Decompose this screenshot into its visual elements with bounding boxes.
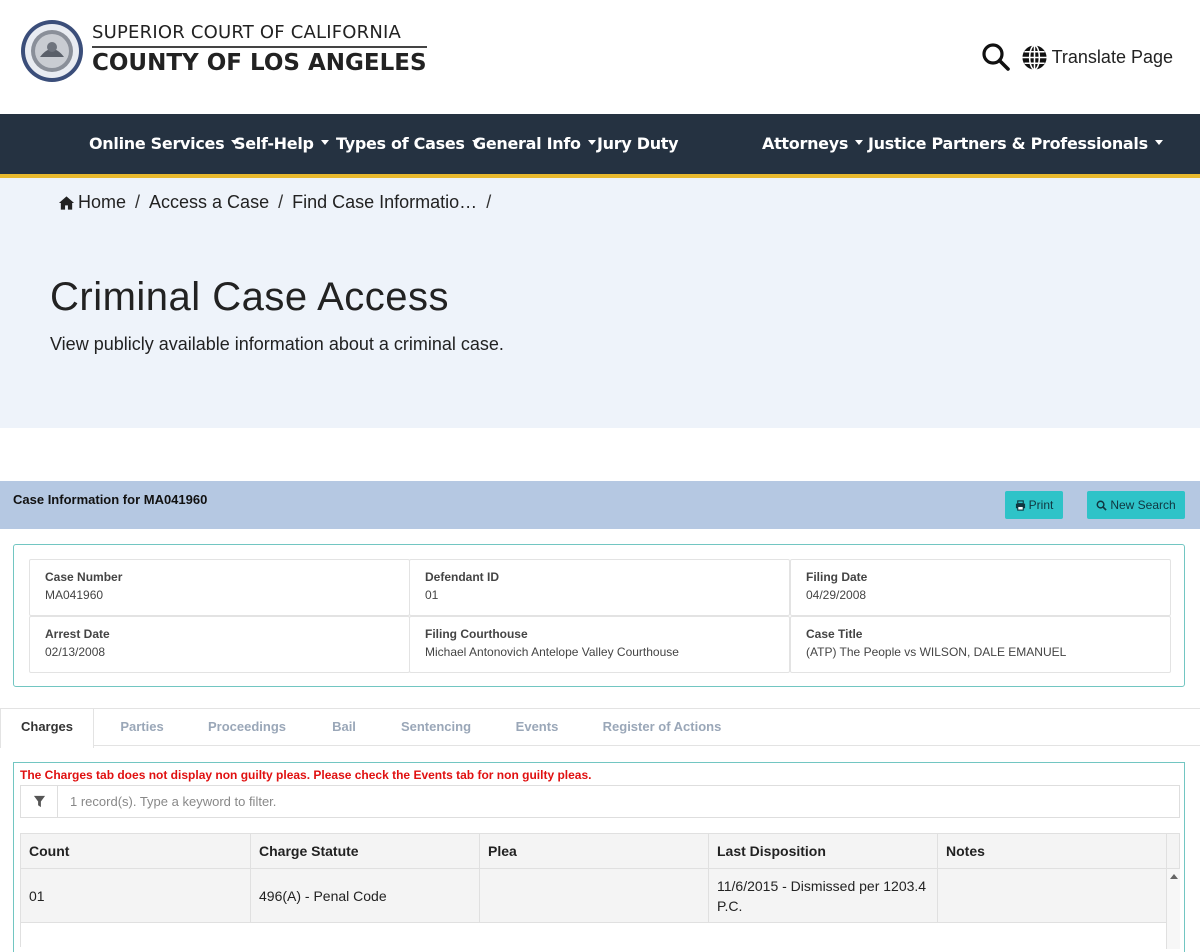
translate-page-link[interactable]: Translate Page — [1052, 47, 1173, 68]
court-seal-icon[interactable] — [20, 19, 84, 83]
print-button-label: Print — [1028, 498, 1054, 512]
case-tabs: Charges Parties Proceedings Bail Sentenc… — [0, 708, 1200, 748]
nav-online-services[interactable]: Online Services — [89, 114, 240, 174]
new-search-button[interactable]: New Search — [1087, 491, 1185, 519]
nav-types-of-cases-label: Types of Cases — [336, 134, 465, 153]
tab-events[interactable]: Events — [503, 709, 571, 747]
tab-register-of-actions[interactable]: Register of Actions — [592, 709, 732, 747]
nav-general-info-label: General Info — [473, 134, 581, 153]
filter-icon-box — [21, 786, 58, 817]
defendant-id-cell: Defendant ID 01 — [409, 559, 790, 616]
cell-count: 01 — [21, 869, 251, 922]
print-button[interactable]: Print — [1005, 491, 1063, 519]
filing-courthouse-label: Filing Courthouse — [425, 627, 528, 641]
arrest-date-label: Arrest Date — [45, 627, 110, 641]
tab-charges[interactable]: Charges — [0, 709, 94, 748]
breadcrumb-access-a-case[interactable]: Access a Case — [149, 192, 269, 213]
column-header-plea[interactable]: Plea — [480, 834, 709, 868]
logo-line-2: COUNTY OF LOS ANGELES — [92, 50, 427, 76]
main-nav: Online Services Self-Help Types of Cases… — [0, 114, 1200, 178]
site-header: SUPERIOR COURT OF CALIFORNIA COUNTY OF L… — [0, 0, 1200, 114]
cell-notes — [938, 869, 1167, 922]
nav-jury-duty-label: Jury Duty — [597, 134, 679, 153]
column-header-last-disposition[interactable]: Last Disposition — [709, 834, 938, 868]
nav-justice-partners-label: Justice Partners & Professionals — [868, 134, 1148, 153]
caret-down-icon — [1154, 140, 1163, 145]
caret-down-icon — [587, 140, 596, 145]
nav-justice-partners[interactable]: Justice Partners & Professionals — [868, 114, 1163, 174]
case-number-label: Case Number — [45, 570, 123, 584]
page-title: Criminal Case Access — [50, 275, 450, 319]
caret-down-icon — [855, 140, 864, 145]
case-info-bar: Case Information for MA041960 Print New … — [0, 481, 1200, 529]
search-icon — [1096, 500, 1107, 511]
nav-general-info[interactable]: General Info — [473, 114, 596, 174]
breadcrumb-separator: / — [278, 192, 284, 212]
scroll-up-arrow-icon[interactable] — [1170, 874, 1178, 879]
cell-charge-statute: 496(A) - Penal Code — [251, 869, 480, 922]
table-empty-area — [20, 923, 1180, 947]
search-icon[interactable] — [981, 42, 1011, 72]
filing-date-label: Filing Date — [806, 570, 868, 584]
nav-attorneys-label: Attorneys — [762, 134, 849, 153]
site-logo[interactable]: SUPERIOR COURT OF CALIFORNIA COUNTY OF L… — [92, 22, 427, 76]
case-number-value: MA041960 — [45, 588, 104, 602]
defendant-id-value: 01 — [425, 588, 439, 602]
table-header: Count Charge Statute Plea Last Dispositi… — [20, 833, 1180, 869]
tab-parties[interactable]: Parties — [100, 709, 184, 747]
print-icon — [1015, 499, 1025, 511]
tab-bail[interactable]: Bail — [315, 709, 373, 747]
case-number-cell: Case Number MA041960 — [29, 559, 410, 616]
filter-bar — [20, 785, 1180, 818]
charges-warning: The Charges tab does not display non gui… — [20, 768, 592, 782]
filter-icon — [33, 795, 45, 808]
arrest-date-cell: Arrest Date 02/13/2008 — [29, 616, 410, 673]
breadcrumb: Home / Access a Case / Find Case Informa… — [58, 192, 500, 213]
column-header-count[interactable]: Count — [21, 834, 251, 868]
case-details-panel: Case Number MA041960 Defendant ID 01 Fil… — [13, 544, 1185, 687]
defendant-id-label: Defendant ID — [425, 570, 500, 584]
arrest-date-value: 02/13/2008 — [45, 645, 106, 659]
filing-date-value: 04/29/2008 — [806, 588, 867, 602]
nav-attorneys[interactable]: Attorneys — [762, 114, 864, 174]
breadcrumb-separator: / — [486, 192, 492, 212]
cell-plea — [480, 869, 709, 922]
column-header-charge-statute[interactable]: Charge Statute — [251, 834, 480, 868]
charges-table: Count Charge Statute Plea Last Dispositi… — [20, 833, 1180, 949]
charges-panel: The Charges tab does not display non gui… — [13, 762, 1185, 952]
case-title-label: Case Title — [806, 627, 863, 641]
filing-date-cell: Filing Date 04/29/2008 — [790, 559, 1171, 616]
nav-types-of-cases[interactable]: Types of Cases — [336, 114, 480, 174]
breadcrumb-separator: / — [135, 192, 141, 212]
hero-section: Home / Access a Case / Find Case Informa… — [0, 178, 1200, 428]
page-subtitle: View publicly available information abou… — [50, 334, 504, 354]
globe-icon[interactable] — [1021, 44, 1048, 71]
breadcrumb-find-case-information[interactable]: Find Case Informatio… — [292, 192, 477, 213]
new-search-button-label: New Search — [1110, 498, 1176, 512]
table-scrollbar[interactable] — [1166, 869, 1180, 949]
column-header-notes[interactable]: Notes — [938, 834, 1167, 868]
table-row[interactable]: 01 496(A) - Penal Code 11/6/2015 - Dismi… — [20, 869, 1180, 923]
tab-proceedings[interactable]: Proceedings — [197, 709, 297, 747]
logo-line-1: SUPERIOR COURT OF CALIFORNIA — [92, 22, 427, 48]
home-icon — [58, 195, 75, 210]
case-title-cell: Case Title (ATP) The People vs WILSON, D… — [790, 616, 1171, 673]
tab-sentencing[interactable]: Sentencing — [390, 709, 482, 747]
filing-courthouse-cell: Filing Courthouse Michael Antonovich Ant… — [409, 616, 790, 673]
filing-courthouse-value: Michael Antonovich Antelope Valley Court… — [425, 645, 679, 659]
case-info-title: Case Information for MA041960 — [13, 492, 208, 507]
header-tools: Translate Page — [981, 42, 1173, 72]
nav-jury-duty[interactable]: Jury Duty — [597, 114, 679, 174]
cell-last-disposition: 11/6/2015 - Dismissed per 1203.4 P.C. — [709, 869, 938, 922]
nav-self-help-label: Self-Help — [234, 134, 314, 153]
breadcrumb-home[interactable]: Home — [78, 192, 126, 213]
case-title-value: (ATP) The People vs WILSON, DALE EMANUEL — [806, 645, 1067, 659]
nav-online-services-label: Online Services — [89, 134, 225, 153]
nav-self-help[interactable]: Self-Help — [234, 114, 329, 174]
filter-input[interactable] — [59, 786, 1179, 817]
caret-down-icon — [320, 140, 329, 145]
